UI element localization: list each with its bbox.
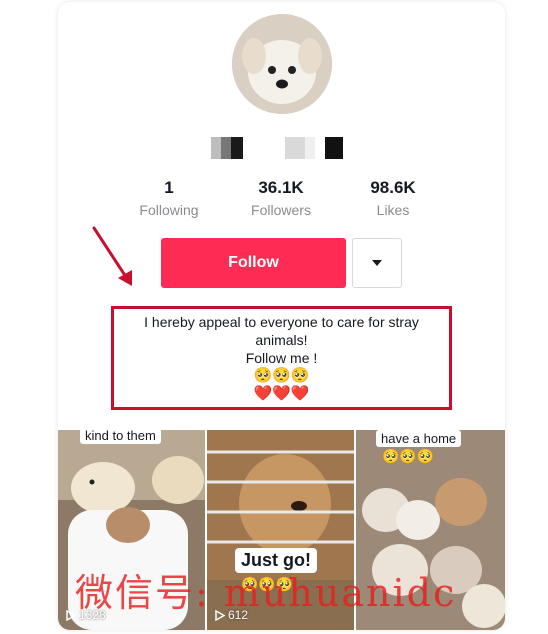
puppy-avatar-image xyxy=(232,14,332,114)
caret-down-icon xyxy=(372,260,382,266)
pleading-faces-emoji: 🥺🥺🥺 xyxy=(253,367,310,384)
stat-label: Following xyxy=(139,202,199,218)
avatar[interactable] xyxy=(232,14,332,114)
bio-box: I hereby appeal to everyone to care for … xyxy=(111,306,452,410)
username-blurred xyxy=(208,137,358,159)
bio-line: Follow me ! xyxy=(245,350,318,366)
profile-card: 1 Following 36.1K Followers 98.6K Likes … xyxy=(58,2,505,630)
stat-value: 36.1K xyxy=(258,178,304,197)
follow-button[interactable]: Follow xyxy=(161,238,346,288)
stat-following[interactable]: 1 Following xyxy=(114,178,224,218)
more-options-button[interactable] xyxy=(352,238,402,288)
annotation-arrow-icon xyxy=(92,226,132,286)
stat-label: Likes xyxy=(376,202,410,218)
stat-likes[interactable]: 98.6K Likes xyxy=(338,178,448,218)
stat-value: 1 xyxy=(164,178,174,197)
stat-value: 98.6K xyxy=(370,178,416,197)
video-caption: have a home xyxy=(376,430,462,447)
watermark-text: 微信号: muhuanidc xyxy=(75,571,457,615)
stat-label: Followers xyxy=(251,202,311,218)
video-caption: kind to them xyxy=(80,430,161,444)
caption-emoji: 🥺🥺🥺 xyxy=(382,448,435,464)
bio-line: I hereby appeal to everyone to care for … xyxy=(144,314,419,330)
bio-line: animals! xyxy=(255,332,308,348)
hearts-emoji: ❤️❤️❤️ xyxy=(253,385,310,402)
stat-followers[interactable]: 36.1K Followers xyxy=(226,178,336,218)
